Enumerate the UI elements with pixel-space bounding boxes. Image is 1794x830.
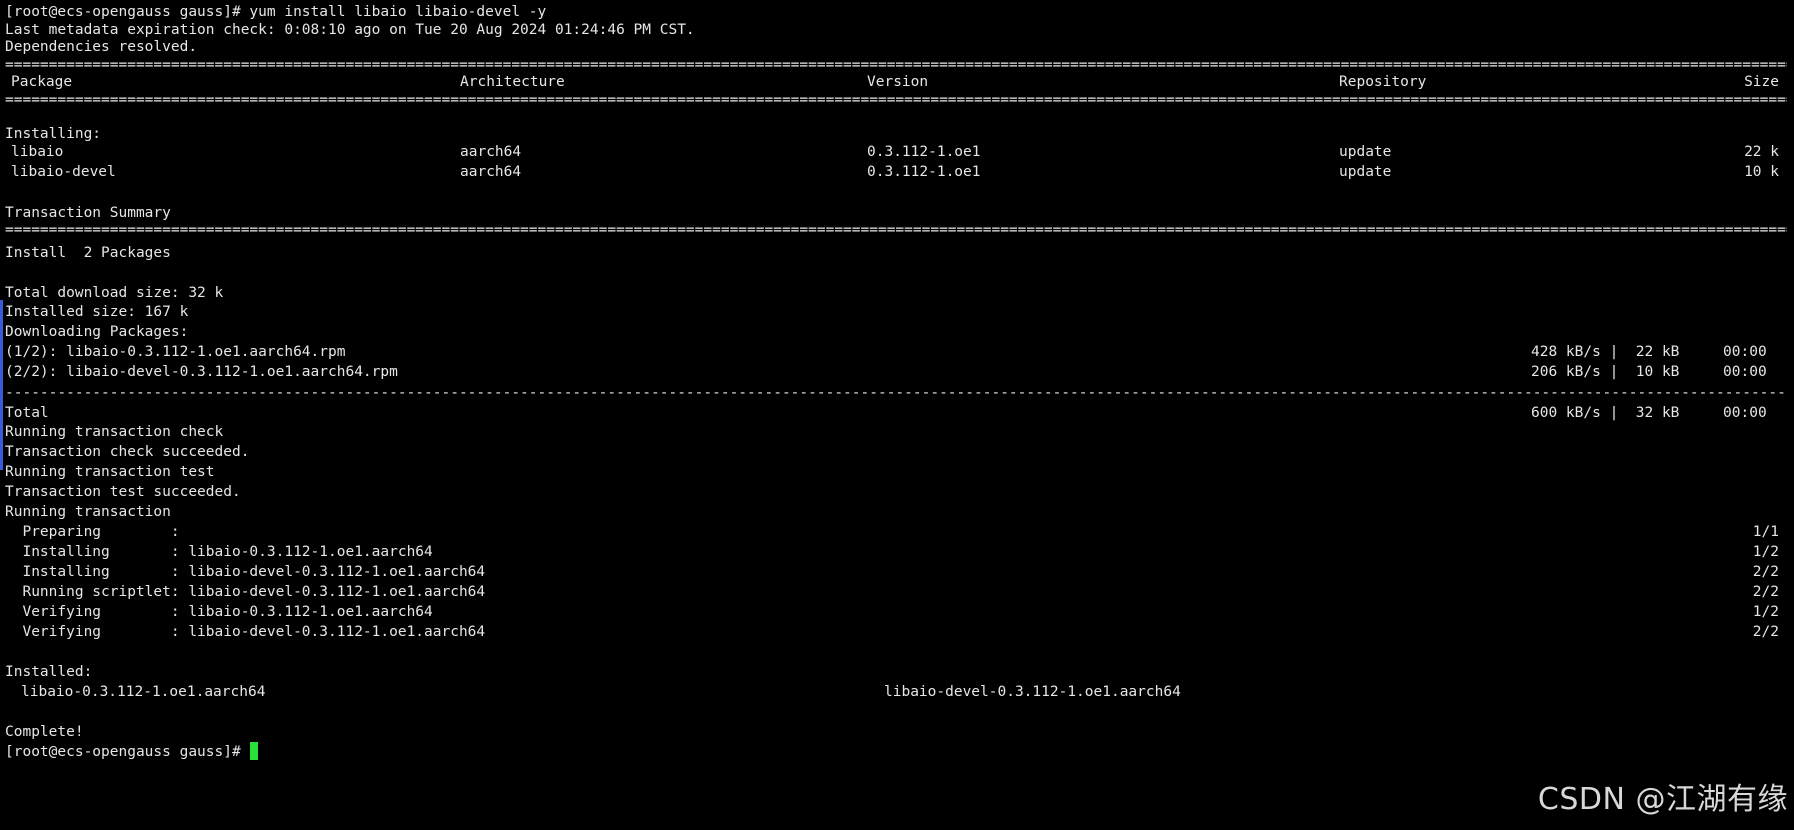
package-size: 22 k: [1744, 144, 1779, 160]
transaction-check-line: Transaction test succeeded.: [5, 484, 241, 500]
package-version: 0.3.112-1.oe1: [867, 164, 981, 180]
complete-line: Complete!: [5, 724, 84, 740]
download-file: (2/2): libaio-devel-0.3.112-1.oe1.aarch6…: [5, 364, 398, 380]
transaction-step: Installing : libaio-devel-0.3.112-1.oe1.…: [5, 564, 486, 580]
downloading-label: Downloading Packages:: [5, 324, 189, 340]
transaction-step: Preparing :: [5, 524, 180, 540]
dashed-rule: ----------------------------------------…: [5, 385, 1787, 401]
installed-item: libaio-0.3.112-1.oe1.aarch64: [21, 684, 266, 700]
selection-gutter-marker: [0, 352, 3, 470]
prompt-line[interactable]: [root@ecs-opengauss gauss]#: [5, 742, 258, 762]
package-size: 10 k: [1744, 164, 1779, 180]
transaction-step: Verifying : libaio-devel-0.3.112-1.oe1.a…: [5, 624, 486, 640]
step-count: 1/2: [1752, 544, 1779, 560]
double-rule: ========================================…: [5, 222, 1787, 238]
header-version: Version: [867, 74, 929, 90]
watermark: CSDN @江湖有缘: [1537, 782, 1788, 817]
package-repo: update: [1339, 164, 1392, 180]
step-count: 2/2: [1752, 584, 1779, 600]
transaction-step: Installing : libaio-0.3.112-1.oe1.aarch6…: [5, 544, 433, 560]
download-stats: 206 kB/s | 10 kB 00:00: [1531, 364, 1767, 380]
prompt-text: [root@ecs-opengauss gauss]#: [5, 744, 241, 760]
installed-item: libaio-devel-0.3.112-1.oe1.aarch64: [884, 684, 1181, 700]
installed-size: Installed size: 167 k: [5, 304, 189, 320]
header-repository: Repository: [1339, 74, 1427, 90]
step-count: 2/2: [1752, 624, 1779, 640]
transaction-check-line: Transaction check succeeded.: [5, 444, 250, 460]
transaction-step: Running scriptlet: libaio-devel-0.3.112-…: [5, 584, 486, 600]
step-count: 2/2: [1752, 564, 1779, 580]
step-count: 1/2: [1752, 604, 1779, 620]
selection-gutter-marker: [0, 300, 3, 360]
step-count: 1/1: [1752, 524, 1779, 540]
total-stats: 600 kB/s | 32 kB 00:00: [1531, 405, 1767, 421]
download-stats: 428 kB/s | 22 kB 00:00: [1531, 344, 1767, 360]
package-name: libaio-devel: [11, 164, 116, 180]
transaction-step: Verifying : libaio-0.3.112-1.oe1.aarch64: [5, 604, 433, 620]
header-package: Package: [11, 74, 73, 90]
transaction-check-line: Running transaction test: [5, 464, 215, 480]
header-architecture: Architecture: [460, 74, 565, 90]
double-rule: ========================================…: [5, 92, 1787, 108]
deps-resolved-line: Dependencies resolved.: [5, 39, 198, 55]
terminal-window[interactable]: [root@ecs-opengauss gauss]# yum install …: [0, 0, 1794, 830]
total-download-size: Total download size: 32 k: [5, 285, 224, 301]
download-file: (1/2): libaio-0.3.112-1.oe1.aarch64.rpm: [5, 344, 346, 360]
package-repo: update: [1339, 144, 1392, 160]
package-name: libaio: [11, 144, 64, 160]
text-cursor: [249, 742, 258, 760]
package-arch: aarch64: [460, 164, 522, 180]
installed-label: Installed:: [5, 664, 93, 680]
transaction-check-line: Running transaction: [5, 504, 171, 520]
install-count: Install 2 Packages: [5, 245, 171, 261]
header-size: Size: [1744, 74, 1779, 90]
package-version: 0.3.112-1.oe1: [867, 144, 981, 160]
installing-label: Installing:: [5, 126, 102, 142]
total-label: Total: [5, 405, 49, 421]
command-line: [root@ecs-opengauss gauss]# yum install …: [5, 4, 547, 20]
transaction-check-line: Running transaction check: [5, 424, 224, 440]
package-arch: aarch64: [460, 144, 522, 160]
